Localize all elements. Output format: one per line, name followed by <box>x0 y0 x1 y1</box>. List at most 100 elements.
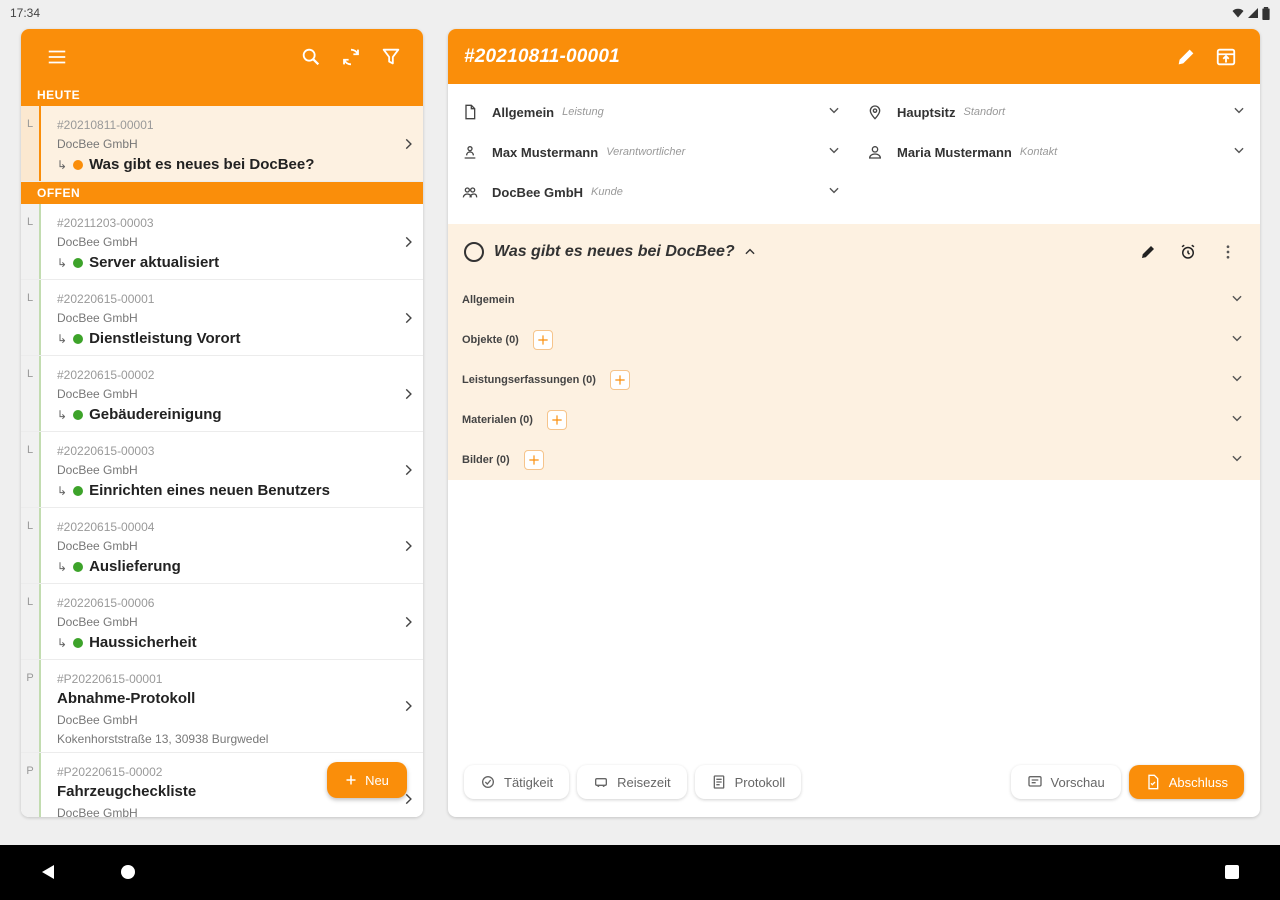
add-service-button[interactable] <box>609 370 630 390</box>
item-type: L <box>21 432 41 507</box>
add-image-button[interactable] <box>523 450 544 470</box>
activity-button[interactable]: Tätigkeit <box>464 765 570 799</box>
subdirectory-arrow-icon: ↳ <box>57 158 68 172</box>
contact-field[interactable]: Maria Mustermann Kontakt <box>867 132 1246 172</box>
task-section-general[interactable]: Allgemein <box>448 280 1260 320</box>
responsible-field[interactable]: Max Mustermann Verantwortlicher <box>462 132 841 172</box>
preview-button[interactable]: Vorschau <box>1010 765 1121 799</box>
chevron-up-icon[interactable] <box>743 245 757 259</box>
home-icon[interactable] <box>121 865 135 879</box>
task-section-services[interactable]: Leistungserfassungen (0) <box>448 360 1260 400</box>
chevron-right-icon <box>393 660 423 752</box>
field-label: Leistung <box>562 106 604 118</box>
item-company: DocBee GmbH <box>57 806 138 817</box>
field-value: Hauptsitz <box>897 104 956 120</box>
location-field[interactable]: Hauptsitz Standort <box>867 92 1246 132</box>
task-title: Was gibt es neues bei DocBee? <box>494 243 735 260</box>
activity-button-label: Tätigkeit <box>504 774 554 790</box>
add-material-button[interactable] <box>546 410 567 430</box>
task-alarm-button[interactable] <box>1168 232 1208 272</box>
plus-icon <box>346 775 356 785</box>
task-block: Was gibt es neues bei DocBee? Allgemein … <box>448 224 1260 480</box>
item-title: Einrichten eines neuen Benutzers <box>89 482 330 499</box>
group-icon <box>462 187 478 198</box>
export-button[interactable] <box>1206 37 1246 77</box>
section-label: Materialen (0) <box>462 414 533 426</box>
add-object-button[interactable] <box>532 330 553 350</box>
item-type: L <box>21 356 41 431</box>
finish-button[interactable]: Abschluss <box>1128 765 1244 799</box>
subdirectory-arrow-icon: ↳ <box>57 636 68 650</box>
item-title-row: ↳ Haussicherheit <box>57 632 393 654</box>
item-type: L <box>21 508 41 583</box>
list-item[interactable]: L #20210811-00001 DocBee GmbH ↳ Was gibt… <box>21 106 423 182</box>
battery-icon <box>1262 6 1270 20</box>
protocol-button-label: Protokoll <box>734 774 786 790</box>
section-header-today: HEUTE <box>21 84 423 106</box>
item-body: #P20220615-00001 Abnahme-Protokoll DocBe… <box>41 660 393 752</box>
filter-button[interactable] <box>371 37 411 77</box>
list-item[interactable]: L #20220615-00001 DocBee GmbH ↳ Dienstle… <box>21 280 423 356</box>
task-list[interactable]: HEUTE L #20210811-00001 DocBee GmbH ↳ Wa… <box>21 84 423 817</box>
contact-icon <box>868 146 882 159</box>
action-bar: Tätigkeit Reisezeit Protokoll Vorschau A… <box>464 765 1244 799</box>
list-item-protocol[interactable]: P #P20220615-00001 Abnahme-Protokoll Doc… <box>21 660 423 753</box>
chevron-down-icon <box>827 183 841 202</box>
item-title-row: ↳ Was gibt es neues bei DocBee? <box>57 154 393 176</box>
item-company: DocBee GmbH <box>57 539 138 553</box>
search-button[interactable] <box>291 37 331 77</box>
menu-button[interactable] <box>37 37 77 77</box>
item-title-row: ↳ Auslieferung <box>57 556 393 578</box>
plus-icon <box>538 335 548 345</box>
field-label: Kontakt <box>1019 146 1058 158</box>
task-header[interactable]: Was gibt es neues bei DocBee? <box>448 224 1260 280</box>
recent-apps-icon[interactable] <box>1225 865 1239 879</box>
field-label: Kunde <box>591 186 623 198</box>
plus-icon <box>529 455 539 465</box>
item-title: Was gibt es neues bei DocBee? <box>89 156 315 173</box>
item-company: DocBee GmbH <box>57 311 138 325</box>
list-item[interactable]: L #20211203-00003 DocBee GmbH ↳ Server a… <box>21 204 423 280</box>
subdirectory-arrow-icon: ↳ <box>57 560 68 574</box>
item-id: #20220615-00004 <box>57 520 155 534</box>
task-complete-checkbox[interactable] <box>464 242 484 262</box>
service-type-field[interactable]: Allgemein Leistung <box>462 92 841 132</box>
protocol-button[interactable]: Protokoll <box>694 765 802 799</box>
item-body: #20210811-00001 DocBee GmbH ↳ Was gibt e… <box>41 106 393 181</box>
field-value: DocBee GmbH <box>492 184 584 200</box>
edit-button[interactable] <box>1166 37 1206 77</box>
list-item[interactable]: L #20220615-00003 DocBee GmbH ↳ Einricht… <box>21 432 423 508</box>
item-title: Dienstleistung Vorort <box>89 330 241 347</box>
item-title-row: ↳ Dienstleistung Vorort <box>57 328 393 350</box>
task-more-button[interactable] <box>1208 232 1248 272</box>
finish-icon <box>1148 774 1159 790</box>
new-button[interactable]: Neu <box>327 762 407 798</box>
chevron-right-icon <box>393 106 423 181</box>
task-section-images[interactable]: Bilder (0) <box>448 440 1260 480</box>
subdirectory-arrow-icon: ↳ <box>57 408 68 422</box>
list-item[interactable]: L #20220615-00004 DocBee GmbH ↳ Ausliefe… <box>21 508 423 584</box>
wifi-icon <box>1232 8 1244 18</box>
customer-field[interactable]: DocBee GmbH Kunde <box>462 172 841 212</box>
chevron-right-icon <box>393 508 423 583</box>
item-id: #P20220615-00001 <box>57 672 163 686</box>
travel-time-button-label: Reisezeit <box>617 774 671 790</box>
list-item[interactable]: L #20220615-00006 DocBee GmbH ↳ Haussich… <box>21 584 423 660</box>
travel-time-button[interactable]: Reisezeit <box>577 765 687 799</box>
chevron-down-icon <box>1230 451 1244 470</box>
task-section-materials[interactable]: Materialen (0) <box>448 400 1260 440</box>
item-title: Abnahme-Protokoll <box>57 690 196 707</box>
item-id: #20220615-00002 <box>57 368 155 382</box>
list-item[interactable]: L #20220615-00002 DocBee GmbH ↳ Gebäuder… <box>21 356 423 432</box>
task-edit-button[interactable] <box>1128 232 1168 272</box>
back-icon[interactable] <box>40 864 56 880</box>
edit-icon <box>1142 246 1154 258</box>
task-section-objects[interactable]: Objekte (0) <box>448 320 1260 360</box>
sync-button[interactable] <box>331 37 371 77</box>
item-title-row: ↳ Gebäudereinigung <box>57 404 393 426</box>
chevron-down-icon <box>1230 371 1244 390</box>
status-icons <box>1232 6 1270 20</box>
status-dot <box>73 562 84 572</box>
preview-button-label: Vorschau <box>1050 774 1105 790</box>
page-title: #20210811-00001 <box>464 45 620 67</box>
